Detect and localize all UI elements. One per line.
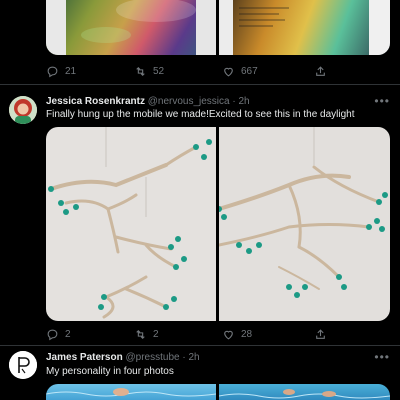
mobile-sculpture-1: [48, 127, 212, 319]
media-image-holographic-1[interactable]: [46, 0, 216, 55]
holographic-card: [219, 0, 390, 55]
reply-icon: [47, 329, 58, 340]
retweet-icon: [136, 66, 145, 76]
retweet-button[interactable]: 52: [134, 65, 164, 78]
like-icon: [224, 67, 233, 76]
reply-icon: [47, 66, 58, 77]
reply-button[interactable]: 21: [46, 65, 76, 78]
retweet-icon: [136, 329, 145, 339]
media-grid-top[interactable]: [46, 0, 390, 55]
more-icon[interactable]: •••: [374, 94, 390, 108]
more-icon[interactable]: •••: [374, 350, 390, 364]
retweet-button[interactable]: 2: [134, 328, 159, 341]
reply-count: 21: [65, 65, 77, 77]
like-button[interactable]: 28: [222, 328, 252, 341]
share-icon: [316, 65, 325, 76]
share-button[interactable]: [314, 328, 327, 341]
retweet-count: 52: [153, 65, 165, 77]
media-image-pool-1[interactable]: [46, 384, 216, 400]
media-grid: [46, 127, 390, 321]
user-handle[interactable]: @nervous_jessica: [148, 96, 230, 107]
reply-count: 2: [65, 328, 71, 340]
pool-water-2: [219, 389, 390, 399]
share-button[interactable]: [314, 65, 327, 78]
timestamp[interactable]: 2h: [239, 96, 250, 107]
display-name[interactable]: Jessica Rosenkrantz: [46, 96, 145, 107]
retweet-count: 2: [153, 328, 159, 340]
tweet-jessica[interactable]: Jessica Rosenkrantz @nervous_jessica · 2…: [0, 85, 400, 345]
holographic-shine: [46, 0, 216, 55]
like-icon: [224, 330, 233, 339]
tweet-header: James Paterson @presstube · 2h: [46, 352, 200, 363]
pool-water-1: [46, 388, 216, 397]
user-handle[interactable]: @presstube: [126, 352, 180, 363]
media-image-pool-2[interactable]: [219, 384, 390, 400]
avatar[interactable]: [9, 96, 37, 124]
avatar-portrait: [9, 96, 37, 124]
separator-dot: ·: [182, 352, 186, 363]
media-image-mobile-1[interactable]: [46, 127, 216, 321]
tweet-top: 21 52 667: [0, 0, 400, 84]
mobile-sculpture-2: [219, 127, 388, 298]
like-button[interactable]: 667: [222, 65, 258, 78]
tweet-text: Finally hung up the mobile we made!Excit…: [46, 109, 355, 120]
tweet-text: My personality in four photos: [46, 366, 174, 377]
timestamp[interactable]: 2h: [188, 352, 199, 363]
tweet-header: Jessica Rosenkrantz @nervous_jessica · 2…: [46, 96, 250, 107]
media-image-holographic-2[interactable]: [219, 0, 390, 55]
tweet-james[interactable]: James Paterson @presstube · 2h ••• My pe…: [0, 346, 400, 400]
reply-button[interactable]: 2: [46, 328, 71, 341]
like-count: 28: [241, 328, 253, 340]
action-bar-top: 21 52 667: [46, 63, 346, 79]
like-count: 667: [241, 65, 258, 77]
media-grid: [46, 384, 390, 400]
separator-dot: ·: [232, 96, 236, 107]
avatar-logo: [9, 351, 37, 379]
display-name[interactable]: James Paterson: [46, 352, 123, 363]
media-image-mobile-2[interactable]: [219, 127, 390, 321]
action-bar: 2 2 28: [46, 326, 346, 342]
avatar[interactable]: [9, 351, 37, 379]
share-icon: [316, 328, 325, 339]
